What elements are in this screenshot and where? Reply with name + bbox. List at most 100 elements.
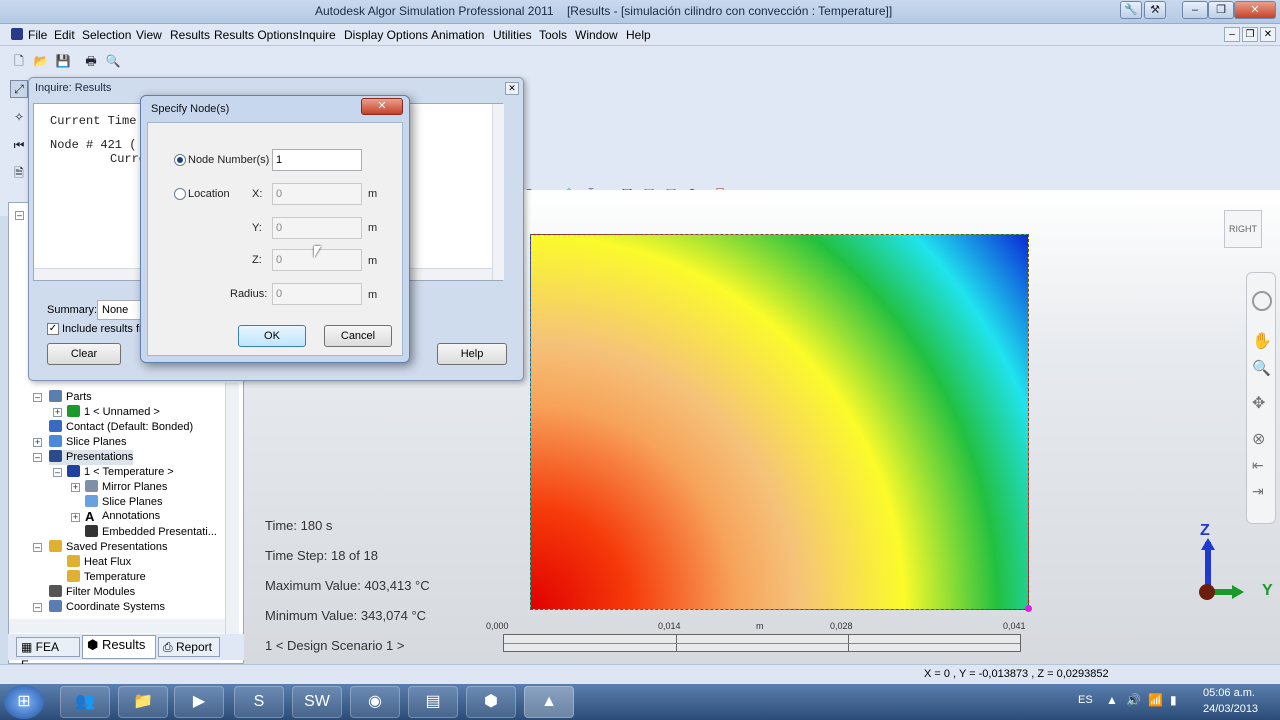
taskbar-chrome-icon[interactable]: ◉ — [350, 686, 400, 718]
center-icon[interactable]: ⊗ — [1252, 429, 1265, 449]
taskbar-solidworks-icon[interactable]: SW — [292, 686, 342, 718]
clear-button[interactable]: Clear — [47, 343, 121, 365]
menu-selection[interactable]: Selection — [82, 28, 131, 42]
tree-item-filter-modules[interactable]: Filter Modules — [49, 585, 135, 600]
tree-item-presentations[interactable]: Presentations — [49, 450, 134, 465]
taskbar-presentation-icon[interactable]: ▤ — [408, 686, 458, 718]
menu-inquire[interactable]: Inquire — [299, 28, 336, 42]
pan-icon[interactable]: ✋ — [1252, 331, 1272, 351]
x-input[interactable]: 0 — [272, 183, 362, 205]
tab-fea-editor[interactable]: ▦ FEA E... — [16, 637, 80, 672]
node-number-radio[interactable] — [174, 154, 186, 166]
menu-display-options[interactable]: Display Options — [344, 28, 428, 42]
menu-edit[interactable]: Edit — [54, 28, 75, 42]
tree-item-unnamed-part[interactable]: 1 < Unnamed > — [67, 405, 160, 420]
location-radio[interactable] — [174, 188, 186, 200]
print-icon[interactable]: 🖶 — [82, 52, 100, 70]
expand-saved-presentations-icon[interactable]: – — [33, 543, 42, 552]
print-preview-icon[interactable]: 🔍 — [104, 52, 122, 70]
node-number-input[interactable]: 1 — [272, 149, 362, 171]
tray-arrow-icon[interactable]: ▲ — [1106, 693, 1118, 707]
taskbar-recorder-icon[interactable]: ▲ — [524, 686, 574, 718]
tab-results[interactable]: ⬢ Results — [82, 635, 156, 659]
restore-button[interactable]: ❐ — [1208, 1, 1234, 19]
tree-item-coordinate-systems[interactable]: Coordinate Systems — [49, 600, 165, 615]
expand-temperature-icon[interactable]: – — [53, 468, 62, 477]
expand-coordinate-systems-icon[interactable]: – — [33, 603, 42, 612]
menu-utilities[interactable]: Utilities — [493, 28, 532, 42]
forward-icon[interactable]: ⇥ — [1252, 483, 1264, 500]
select-icon[interactable]: ⤢ — [10, 80, 28, 98]
report-icon[interactable]: 🗎 — [10, 164, 28, 182]
inquire-vertical-scrollbar[interactable] — [492, 104, 504, 280]
tree-item-slice-planes-2[interactable]: Slice Planes — [85, 495, 163, 510]
mdi-minimize-button[interactable]: – — [1224, 27, 1240, 42]
menu-file[interactable]: File — [28, 28, 47, 42]
temperature-contour-plot[interactable] — [530, 234, 1029, 610]
menu-results[interactable]: Results — [170, 28, 210, 42]
tree-item-annotations[interactable]: A Annotations — [85, 510, 160, 525]
tree-item-mirror-planes[interactable]: Mirror Planes — [85, 480, 167, 495]
mdi-restore-button[interactable]: ❐ — [1242, 27, 1258, 42]
tree-item-temperature-saved[interactable]: Temperature — [67, 570, 146, 585]
cancel-button[interactable]: Cancel — [324, 325, 392, 347]
expand-unnamed-icon[interactable]: + — [53, 408, 62, 417]
rewind-icon[interactable]: ⇤ — [1252, 457, 1264, 474]
clock-time[interactable]: 05:06 a.m. — [1203, 687, 1255, 699]
tree-vertical-scrollbar[interactable] — [225, 383, 239, 635]
tree-item-parts[interactable]: Parts — [49, 390, 92, 405]
clock-date[interactable]: 24/03/2013 — [1203, 703, 1258, 715]
help-button[interactable]: Help — [437, 343, 507, 365]
app-menu-icon[interactable] — [11, 28, 23, 40]
tools-icon[interactable]: 🔧 — [1120, 1, 1142, 19]
steering-wheel-icon[interactable] — [1252, 291, 1272, 311]
taskbar-algor-icon[interactable]: ⬢ — [466, 686, 516, 718]
menu-animation[interactable]: Animation — [431, 28, 484, 42]
start-button[interactable]: ⊞ — [4, 685, 44, 719]
expand-presentations-icon[interactable]: – — [33, 453, 42, 462]
expand-slice-planes-icon[interactable]: + — [33, 438, 42, 447]
taskbar-users-icon[interactable]: 👥 — [60, 686, 110, 718]
tree-item-temperature-presentation[interactable]: 1 < Temperature > — [67, 465, 174, 480]
menu-tools[interactable]: Tools — [539, 28, 567, 42]
zoom-icon[interactable]: 🔍 — [1252, 359, 1271, 377]
volume-icon[interactable]: 🔊 — [1126, 693, 1141, 707]
menu-results-options[interactable]: Results Options — [214, 28, 299, 42]
close-button[interactable]: ✕ — [1234, 1, 1276, 19]
tab-report[interactable]: ⎙ Report — [158, 637, 220, 657]
ok-button[interactable]: OK — [238, 325, 306, 347]
inquire-close-button[interactable]: ✕ — [505, 82, 519, 95]
radius-input[interactable]: 0 — [272, 283, 362, 305]
tree-item-contact[interactable]: Contact (Default: Bonded) — [49, 420, 193, 435]
tools-alt-icon[interactable]: ⚒ — [1144, 1, 1166, 19]
menu-view[interactable]: View — [136, 28, 162, 42]
taskbar-explorer-icon[interactable]: 📁 — [118, 686, 168, 718]
network-icon[interactable]: 📶 — [1148, 693, 1163, 707]
menu-window[interactable]: Window — [575, 28, 618, 42]
expand-mirror-planes-icon[interactable]: + — [71, 483, 80, 492]
tree-item-heat-flux[interactable]: Heat Flux — [67, 555, 131, 570]
taskbar-media-player-icon[interactable]: ▶ — [174, 686, 224, 718]
include-results-checkbox[interactable]: ✓ — [47, 323, 59, 335]
expand-parts-icon[interactable]: – — [33, 393, 42, 402]
tree-item-slice-planes[interactable]: Slice Planes — [49, 435, 127, 450]
battery-icon[interactable]: ▮ — [1170, 693, 1177, 707]
menu-help[interactable]: Help — [626, 28, 651, 42]
taskbar-skype-icon[interactable]: S — [234, 686, 284, 718]
expand-annotations-icon[interactable]: + — [71, 513, 80, 522]
save-icon[interactable]: 💾 — [54, 52, 72, 70]
language-indicator[interactable]: ES — [1078, 694, 1093, 706]
y-input[interactable]: 0 — [272, 217, 362, 239]
tree-horizontal-scrollbar[interactable] — [9, 619, 225, 633]
first-step-icon[interactable]: ⏮ — [10, 136, 28, 154]
view-cube[interactable]: RIGHT — [1224, 210, 1262, 248]
open-icon[interactable]: 📂 — [32, 52, 50, 70]
minimize-button[interactable]: – — [1182, 1, 1208, 19]
tree-item-embedded-presentations[interactable]: Embedded Presentati... — [85, 525, 217, 540]
specify-close-button[interactable]: ✕ — [361, 98, 403, 115]
new-icon[interactable]: 🗋 — [10, 52, 28, 70]
mdi-close-button[interactable]: ✕ — [1260, 27, 1276, 42]
node-select-icon[interactable]: ✧ — [10, 108, 28, 126]
tree-item-saved-presentations[interactable]: Saved Presentations — [49, 540, 168, 555]
orbit-icon[interactable]: ✥ — [1252, 393, 1265, 413]
